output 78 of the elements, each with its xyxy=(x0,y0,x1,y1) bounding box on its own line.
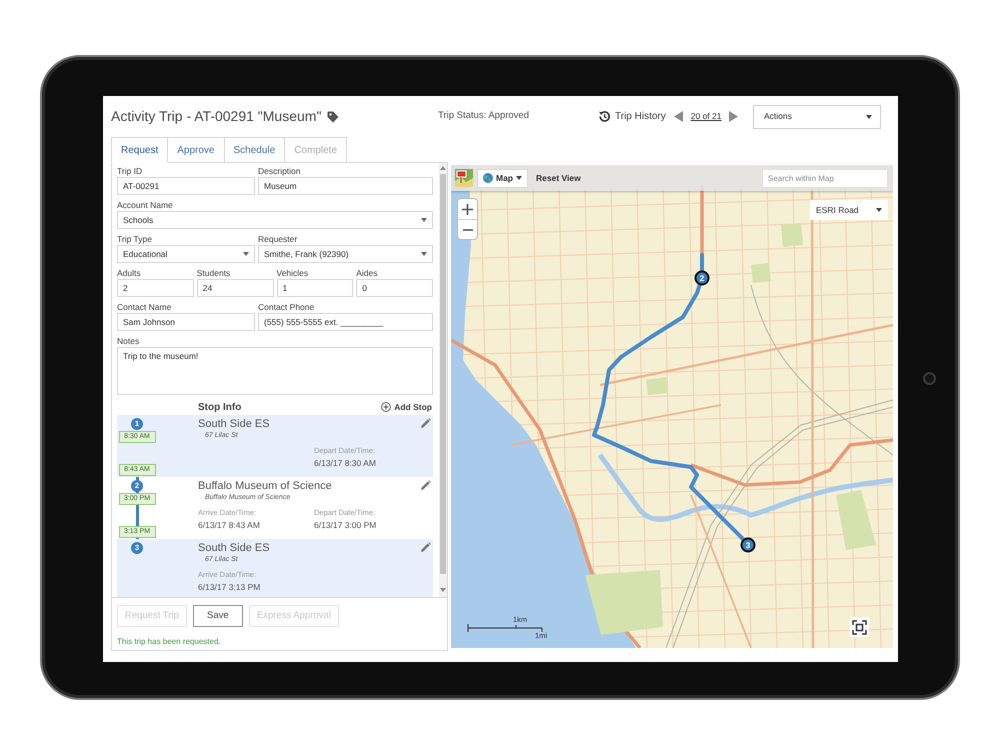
park-area xyxy=(836,490,876,550)
scrollbar[interactable] xyxy=(439,163,447,597)
field-label: Adults xyxy=(117,267,142,279)
date-value: 6/13/17 3:13 PM xyxy=(198,581,262,593)
history-icon[interactable] xyxy=(598,110,611,123)
pencil-icon[interactable] xyxy=(420,480,431,491)
minus-icon xyxy=(462,228,472,230)
text-field[interactable]: Museum xyxy=(258,177,433,195)
caret-icon xyxy=(421,218,427,222)
stop-name: South Side ES xyxy=(198,417,271,431)
globe-icon xyxy=(483,173,493,183)
text-field[interactable]: Sam Johnson xyxy=(117,313,255,331)
tab[interactable]: Approve xyxy=(168,137,224,163)
select-field[interactable]: Smithe, Frank (92390) xyxy=(258,245,433,263)
tag-icon xyxy=(327,110,340,122)
tab[interactable]: Request xyxy=(111,137,168,163)
scrollbar-thumb[interactable] xyxy=(440,174,446,574)
text-field[interactable]: 24 xyxy=(196,279,274,297)
field-label: Aides xyxy=(356,267,379,279)
trip-history-link[interactable]: Trip History xyxy=(615,109,666,124)
add-stop-button[interactable]: Add Stop xyxy=(381,400,433,414)
field-label: Notes xyxy=(117,335,140,347)
section-title: Stop Info xyxy=(198,400,242,414)
camera-icon xyxy=(923,372,936,385)
select-field[interactable]: Schools xyxy=(117,211,433,229)
field-label: Contact Name xyxy=(117,301,172,313)
pencil-icon[interactable] xyxy=(420,542,431,553)
next-arrow-icon[interactable] xyxy=(729,111,738,122)
status-message: This trip has been requested. xyxy=(117,636,221,648)
plus-icon xyxy=(462,204,473,214)
reset-view-button[interactable]: Reset View xyxy=(536,172,581,184)
scroll-up-icon[interactable] xyxy=(440,166,446,170)
layer-dropdown[interactable]: ESRI Road xyxy=(810,200,888,220)
field-label: Contact Phone xyxy=(258,301,316,313)
map-search-field[interactable]: Search within Map xyxy=(762,168,888,188)
text-field[interactable]: 0 xyxy=(356,279,433,297)
text-field[interactable]: 1 xyxy=(276,279,354,297)
field-label: Vehicles xyxy=(276,267,310,279)
previous-arrow-icon[interactable] xyxy=(674,111,683,122)
date-value: 6/13/17 3:00 PM xyxy=(314,519,378,531)
fullscreen-button[interactable] xyxy=(850,617,869,637)
caret-icon xyxy=(421,252,427,256)
pencil-icon[interactable] xyxy=(420,418,431,429)
park-area xyxy=(646,377,668,395)
map-marker[interactable]: 3 xyxy=(740,538,756,552)
field-label: Trip ID xyxy=(117,165,144,177)
date-value: 6/13/17 8:43 AM xyxy=(198,519,261,531)
form-button[interactable]: Save xyxy=(192,605,243,627)
stop-name: Buffalo Museum of Science xyxy=(198,479,333,493)
caret-icon xyxy=(243,252,249,256)
date-value: 6/13/17 8:30 AM xyxy=(314,457,377,469)
fullscreen-icon xyxy=(852,620,867,634)
stop-name: South Side ES xyxy=(198,541,271,555)
map-marker[interactable]: 2 xyxy=(694,270,710,286)
caret-icon xyxy=(866,114,872,118)
field-label: Students xyxy=(196,267,232,279)
text-field[interactable]: (555) 555-5555 ext. _________ xyxy=(258,313,433,331)
caret-icon xyxy=(876,208,882,212)
plus-circle-icon xyxy=(381,402,392,412)
select-field[interactable]: Educational xyxy=(117,245,255,263)
field-label: Requester xyxy=(258,233,298,245)
page-title: Activity Trip - AT-00291 "Museum" xyxy=(111,107,322,126)
scroll-down-icon[interactable] xyxy=(440,588,446,592)
text-field[interactable]: AT-00291 xyxy=(117,177,255,195)
tab[interactable]: Schedule xyxy=(224,137,286,163)
notes-field[interactable]: Trip to the museum! xyxy=(117,347,433,395)
caret-icon xyxy=(516,176,522,180)
pager-link[interactable]: 20 of 21 xyxy=(690,110,722,123)
map-flag-icon[interactable] xyxy=(455,169,473,187)
field-label: Description xyxy=(258,165,302,177)
actions-dropdown[interactable]: Actions xyxy=(753,104,881,128)
trip-status: Trip Status: Approved xyxy=(438,109,530,124)
field-label: Account Name xyxy=(117,199,174,211)
text-field[interactable]: 2 xyxy=(117,279,194,297)
park-area xyxy=(781,223,803,247)
basemap-button[interactable]: Map xyxy=(477,168,528,188)
park-area xyxy=(751,263,771,283)
field-label: Trip Type xyxy=(117,233,153,245)
